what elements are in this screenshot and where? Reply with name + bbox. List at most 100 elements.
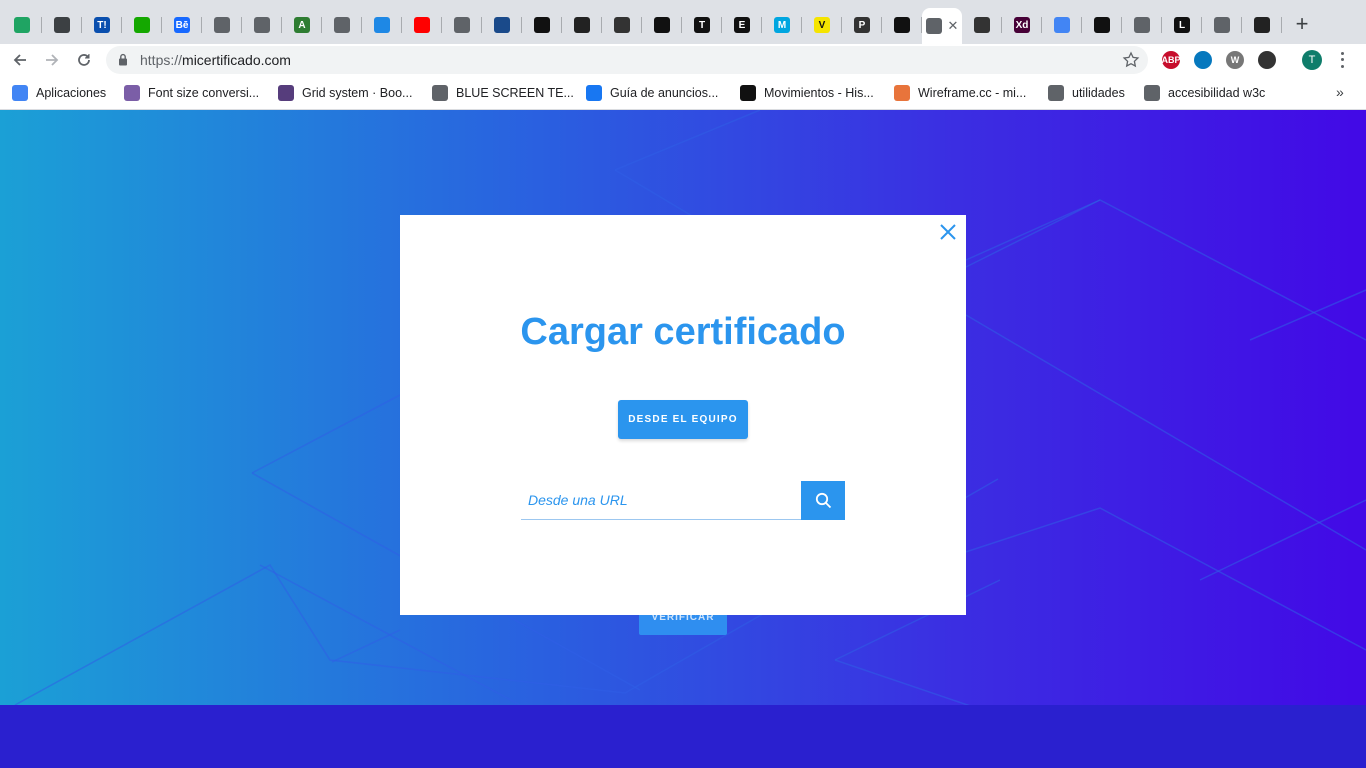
globe-icon: [1214, 17, 1230, 33]
browser-menu-button[interactable]: [1336, 50, 1348, 70]
upload-certificate-modal: Cargar certificado DESDE EL EQUIPO: [400, 215, 966, 615]
e-icon: E: [734, 17, 750, 33]
browser-tab[interactable]: [562, 8, 602, 42]
pinwheel-icon: [124, 85, 140, 101]
bookmark-label: Aplicaciones: [36, 86, 107, 100]
page-footer: [0, 705, 1366, 768]
close-icon[interactable]: [938, 222, 958, 242]
p-icon: P: [854, 17, 870, 33]
drupal-icon[interactable]: [1194, 51, 1212, 69]
browser-tab[interactable]: [322, 8, 362, 42]
youtube-icon: [414, 17, 430, 33]
forward-button[interactable]: [40, 48, 64, 72]
browser-tab[interactable]: Bē: [162, 8, 202, 42]
loading-icon: [925, 18, 942, 34]
upwork-icon: [134, 17, 150, 33]
bookmark-item[interactable]: accesibilidad w3c: [1144, 84, 1265, 102]
browser-tab[interactable]: [482, 8, 522, 42]
bookmark-item[interactable]: Wireframe.cc - mi...: [894, 84, 1026, 102]
browser-tab[interactable]: [42, 8, 82, 42]
browser-tab[interactable]: ✕: [922, 8, 962, 44]
bookmark-item[interactable]: Font size conversi...: [124, 84, 259, 102]
browser-tab[interactable]: [122, 8, 162, 42]
bird-icon: [374, 17, 390, 33]
globe-icon: [454, 17, 470, 33]
browser-tab[interactable]: [1242, 8, 1282, 42]
font-icon[interactable]: [1258, 51, 1276, 69]
browser-tab[interactable]: [402, 8, 442, 42]
browser-tab[interactable]: [642, 8, 682, 42]
face-icon: [614, 17, 630, 33]
browser-tab[interactable]: [882, 8, 922, 42]
browser-tab[interactable]: [242, 8, 282, 42]
reload-button[interactable]: [72, 48, 96, 72]
search-icon: [815, 492, 831, 509]
browser-tab[interactable]: L: [1162, 8, 1202, 42]
w-icon[interactable]: W: [1226, 51, 1244, 69]
browser-tab[interactable]: M: [762, 8, 802, 42]
profile-avatar[interactable]: T: [1302, 50, 1322, 70]
bookmark-label: Wireframe.cc - mi...: [918, 86, 1027, 100]
globe-icon: [54, 17, 70, 33]
globe-icon: [214, 17, 230, 33]
ball-icon: [894, 17, 910, 33]
globe-icon: [334, 17, 350, 33]
bookmarks-overflow-button[interactable]: »: [1336, 84, 1344, 100]
ha-icon: [740, 85, 756, 101]
globe-icon: [432, 85, 448, 101]
browser-tab[interactable]: [1202, 8, 1242, 42]
browser-tab[interactable]: [522, 8, 562, 42]
browser-tab[interactable]: [1042, 8, 1082, 42]
new-tab-button[interactable]: +: [1290, 12, 1314, 36]
search-url-button[interactable]: [801, 481, 845, 520]
browser-tab[interactable]: [962, 8, 1002, 42]
bookmark-label: utilidades: [1072, 86, 1125, 100]
browser-tab[interactable]: T!: [82, 8, 122, 42]
modal-title: Cargar certificado: [520, 311, 846, 353]
browser-tab[interactable]: [602, 8, 642, 42]
browser-tab[interactable]: [362, 8, 402, 42]
stack-icon: [1134, 17, 1150, 33]
bookmark-item[interactable]: BLUE SCREEN TE...: [432, 84, 574, 102]
bookmark-item[interactable]: Aplicaciones: [12, 84, 106, 102]
browser-toolbar: https://micertificado.com ABP W T: [0, 44, 1366, 76]
browser-tab[interactable]: E: [722, 8, 762, 42]
browser-tab[interactable]: [442, 8, 482, 42]
bookmark-label: Grid system · Boo...: [302, 86, 413, 100]
browser-tab[interactable]: [1082, 8, 1122, 42]
folder-icon: [1144, 85, 1160, 101]
bookmark-label: Movimientos - His...: [764, 86, 874, 100]
browser-tab[interactable]: V: [802, 8, 842, 42]
back-button[interactable]: [8, 48, 32, 72]
bookmark-item[interactable]: utilidades: [1048, 84, 1125, 102]
camera-icon: [254, 17, 270, 33]
bookmark-item[interactable]: Grid system · Boo...: [278, 84, 412, 102]
browser-tab[interactable]: [2, 8, 42, 42]
browser-tab[interactable]: Xd: [1002, 8, 1042, 42]
tab-close-icon[interactable]: ✕: [948, 18, 959, 34]
q-icon: [1094, 17, 1110, 33]
bookmark-label: Guía de anuncios...: [610, 86, 719, 100]
bookmark-item[interactable]: Movimientos - His...: [740, 84, 874, 102]
arrow-right-icon: [46, 54, 59, 66]
browser-tab[interactable]: P: [842, 8, 882, 42]
browser-tab[interactable]: T: [682, 8, 722, 42]
bookmark-star-icon[interactable]: [1122, 51, 1140, 69]
url-input[interactable]: [521, 481, 801, 520]
browser-tab[interactable]: [1122, 8, 1162, 42]
bookmark-label: Font size conversi...: [148, 86, 260, 100]
docs-icon: [1054, 17, 1070, 33]
url-text: https://micertificado.com: [140, 52, 291, 68]
abp-icon[interactable]: ABP: [1162, 51, 1181, 69]
address-bar[interactable]: https://micertificado.com: [106, 46, 1148, 74]
circle-icon: [1254, 17, 1270, 33]
browser-tab[interactable]: [202, 8, 242, 42]
bookmarks-bar: Aplicaciones Font size conversi... Grid sy…: [0, 76, 1366, 110]
apps-icon: [12, 85, 28, 101]
browser-tab[interactable]: A: [282, 8, 322, 42]
upload-from-device-button[interactable]: DESDE EL EQUIPO: [618, 400, 748, 439]
nyt-icon: [654, 17, 670, 33]
folder-icon: [1048, 85, 1064, 101]
a-icon: A: [294, 17, 310, 33]
bookmark-item[interactable]: Guía de anuncios...: [586, 84, 718, 102]
